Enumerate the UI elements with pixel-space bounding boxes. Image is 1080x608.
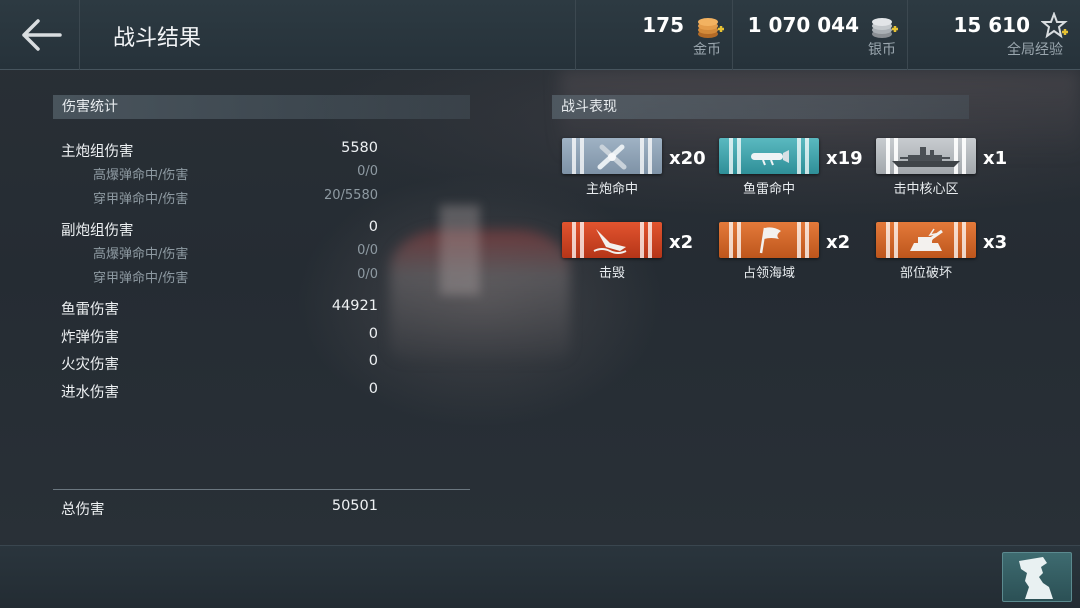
- medal-count: x20: [669, 148, 706, 169]
- stat-name: 副炮组伤害: [61, 223, 134, 239]
- crossed-shells-icon: [597, 144, 627, 170]
- medal-count: x3: [983, 232, 1008, 253]
- medal-ribbon: [876, 222, 976, 258]
- back-button[interactable]: [0, 0, 80, 70]
- top-bar: 战斗结果 175 金币 1 070 044 银币 15 610 全局经验: [0, 0, 1080, 70]
- background-ship-tower: [440, 205, 480, 295]
- warship-icon: [892, 147, 960, 167]
- page-title: 战斗结果: [113, 26, 202, 51]
- damage-stats-header: 伤害统计: [53, 95, 470, 119]
- stat-name: 高爆弹命中/伤害: [93, 247, 189, 262]
- stat-row-total: 总伤害 50501: [61, 498, 378, 518]
- medal-main-battery-hits[interactable]: x20 主炮命中: [562, 138, 722, 204]
- total-divider: [53, 489, 470, 490]
- stat-value: 20/5580: [323, 188, 378, 203]
- medal-ribbon: [562, 222, 662, 258]
- stat-row-main-ap: 穿甲弹命中/伤害 20/5580: [61, 188, 378, 208]
- commander-button[interactable]: [1002, 552, 1072, 602]
- medal-citadel-hit[interactable]: x1 击中核心区: [876, 138, 1036, 204]
- stat-row-secondary-battery: 副炮组伤害 0: [61, 219, 378, 239]
- silver-value: 1 070 044: [747, 13, 859, 37]
- commander-silhouette-icon: [1019, 557, 1053, 599]
- medal-label: 部位破坏: [899, 266, 952, 281]
- stat-value: 0: [368, 381, 378, 397]
- sinking-ship-icon: [593, 229, 627, 254]
- stat-row-flooding: 进水伤害 0: [61, 381, 378, 401]
- silver-balance[interactable]: 1 070 044 银币: [732, 0, 907, 70]
- stat-name: 穿甲弹命中/伤害: [93, 192, 189, 207]
- medal-ribbon: [562, 138, 662, 174]
- global-xp-value: 15 610: [953, 13, 1030, 37]
- medal-label: 击毁: [598, 266, 625, 281]
- stat-value: 0/0: [357, 267, 378, 282]
- stat-row-torpedo: 鱼雷伤害 44921: [61, 298, 378, 318]
- medal-label: 占领海域: [742, 266, 795, 281]
- background-ship: [390, 230, 570, 360]
- medal-ribbon: [876, 138, 976, 174]
- stat-name: 鱼雷伤害: [61, 302, 119, 318]
- total-damage-value: 50501: [331, 498, 378, 514]
- stat-row-main-he: 高爆弹命中/伤害 0/0: [61, 164, 378, 184]
- medal-count: x2: [669, 232, 694, 253]
- stat-value: 0/0: [357, 243, 378, 258]
- medal-ribbon: [719, 138, 819, 174]
- stat-value: 5580: [341, 140, 378, 156]
- flag-icon: [759, 227, 781, 254]
- medal-destroyed[interactable]: x2 击毁: [562, 222, 722, 288]
- stat-row-main-battery: 主炮组伤害 5580: [61, 140, 378, 160]
- medal-module-destroyed[interactable]: x3 部位破坏: [876, 222, 1036, 288]
- medal-torpedo-hits[interactable]: x19 鱼雷命中: [719, 138, 879, 204]
- torpedo-icon: [751, 150, 789, 166]
- stat-name: 主炮组伤害: [61, 144, 134, 160]
- gold-label: 金币: [693, 42, 721, 58]
- stat-name: 火灾伤害: [61, 357, 119, 373]
- stat-name: 高爆弹命中/伤害: [93, 168, 189, 183]
- stat-name: 炸弹伤害: [61, 330, 119, 346]
- bottom-bar: [0, 545, 1080, 608]
- stat-value: 0: [368, 353, 378, 369]
- medal-capture-zone[interactable]: x2 占领海域: [719, 222, 879, 288]
- stat-row-secondary-ap: 穿甲弹命中/伤害 0/0: [61, 267, 378, 287]
- stat-name: 进水伤害: [61, 385, 119, 401]
- battle-performance-header: 战斗表现: [552, 95, 969, 119]
- gold-balance[interactable]: 175 金币: [575, 0, 732, 70]
- medal-ribbon: [719, 222, 819, 258]
- medal-count: x1: [983, 148, 1008, 169]
- silver-coin-stack-icon: [872, 18, 898, 38]
- stat-value: 0: [368, 219, 378, 235]
- medal-label: 击中核心区: [893, 182, 959, 197]
- global-xp-balance[interactable]: 15 610 全局经验: [907, 0, 1080, 70]
- gold-value: 175: [642, 13, 684, 37]
- stat-row-bomb: 炸弹伤害 0: [61, 326, 378, 346]
- medal-label: 鱼雷命中: [742, 182, 795, 197]
- stat-value: 44921: [331, 298, 378, 314]
- stat-row-fire: 火灾伤害 0: [61, 353, 378, 373]
- stat-row-secondary-he: 高爆弹命中/伤害 0/0: [61, 243, 378, 263]
- medal-count: x19: [826, 148, 863, 169]
- gold-coin-stack-icon: [698, 18, 724, 38]
- star-plus-icon: [1041, 12, 1068, 39]
- global-xp-label: 全局经验: [1007, 42, 1063, 58]
- damaged-turret-icon: [910, 228, 943, 251]
- stat-name: 穿甲弹命中/伤害: [93, 271, 189, 286]
- medal-label: 主炮命中: [585, 182, 638, 197]
- stat-value: 0: [368, 326, 378, 342]
- medal-count: x2: [826, 232, 851, 253]
- stat-value: 0/0: [357, 164, 378, 179]
- silver-label: 银币: [868, 42, 896, 58]
- arrow-left-icon: [21, 19, 62, 51]
- total-damage-label: 总伤害: [61, 502, 105, 518]
